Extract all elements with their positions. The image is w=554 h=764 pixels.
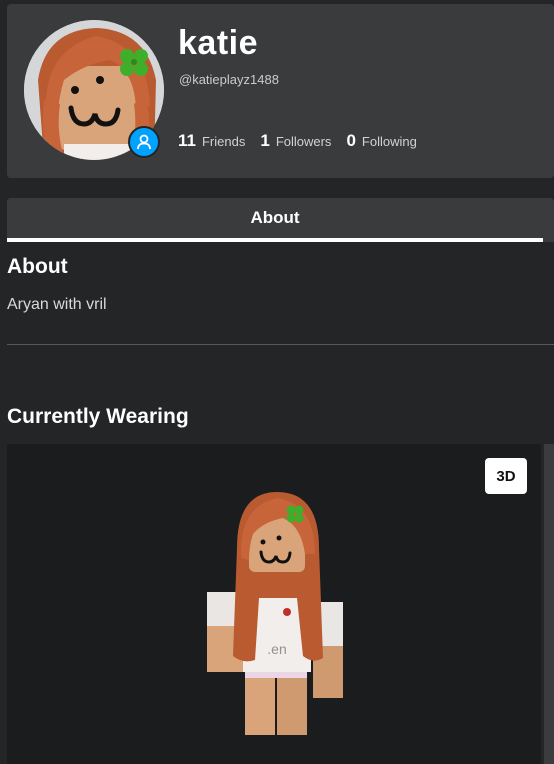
friends-count: 11 — [178, 131, 196, 150]
currently-wearing-heading: Currently Wearing — [7, 405, 189, 428]
stat-friends[interactable]: 11 Friends — [178, 131, 245, 151]
friends-label: Friends — [201, 134, 246, 149]
status-badge — [128, 126, 160, 158]
profile-header: katie @katieplayz1488 11 Friends 1 Follo… — [7, 4, 554, 178]
display-name: katie — [178, 24, 258, 62]
following-count: 0 — [346, 131, 356, 150]
avatar-viewer[interactable]: 3D .en — [7, 444, 541, 764]
avatar-container[interactable] — [24, 20, 164, 160]
followers-label: Followers — [275, 134, 332, 149]
svg-text:.en: .en — [267, 641, 286, 657]
username: @katieplayz1488 — [179, 72, 279, 87]
about-text: Aryan with vril — [7, 296, 107, 313]
tab-bar: About — [7, 198, 554, 242]
about-heading: About — [7, 255, 68, 278]
avatar-full-body: .en — [207, 492, 343, 735]
section-divider — [7, 344, 554, 345]
stats-row: 11 Friends 1 Followers 0 Following — [178, 131, 417, 151]
tab-about[interactable]: About — [7, 198, 543, 242]
stat-following[interactable]: 0 Following — [346, 131, 416, 151]
scrollbar[interactable] — [544, 444, 554, 764]
followers-count: 1 — [260, 131, 270, 150]
following-label: Following — [361, 134, 417, 149]
toggle-3d-button[interactable]: 3D — [485, 458, 527, 494]
person-icon — [137, 134, 151, 150]
stat-followers[interactable]: 1 Followers — [260, 131, 331, 151]
